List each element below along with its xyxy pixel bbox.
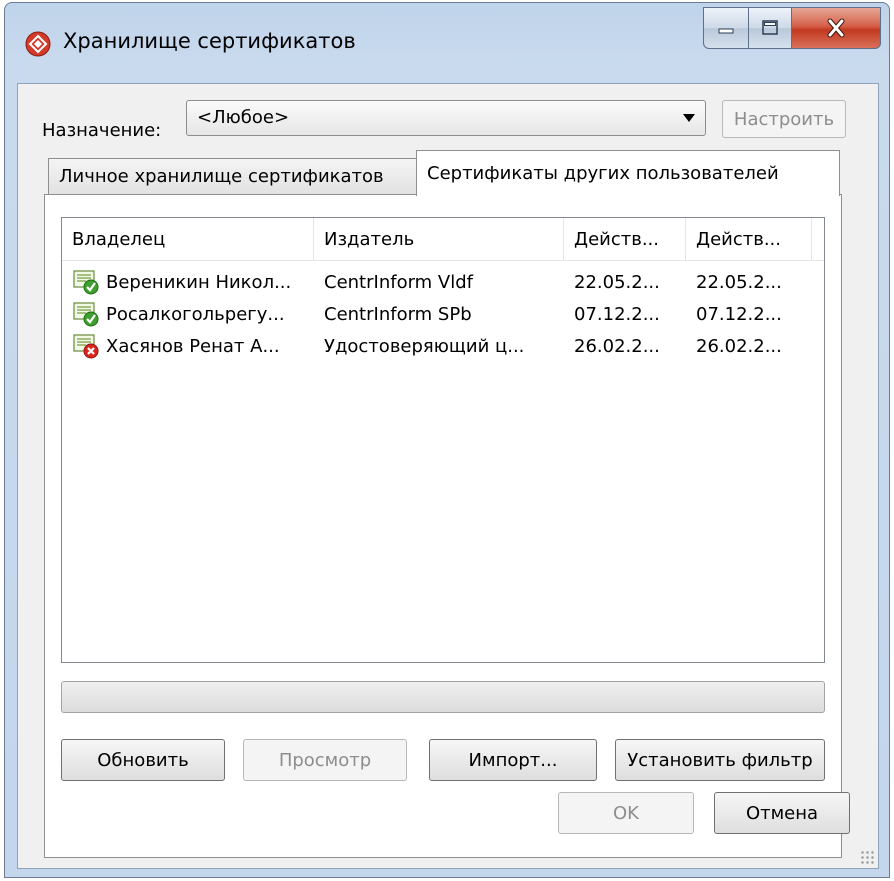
certificate-valid-icon xyxy=(73,270,99,295)
table-row[interactable]: Вереникин Никол... CentrInform Vldf 22.0… xyxy=(62,266,824,298)
certificate-valid-icon xyxy=(73,302,99,327)
cell-owner: Хасянов Ренат А... xyxy=(106,335,280,357)
dialog-client-area: Назначение: <Любое> Настроить Личное хра… xyxy=(17,83,879,869)
window-controls xyxy=(703,7,881,51)
cell-valid-from: 22.05.2... xyxy=(574,271,660,293)
column-header-issuer[interactable]: Издатель xyxy=(314,218,564,260)
cell-valid-to: 26.02.2... xyxy=(696,335,782,357)
minimize-button[interactable] xyxy=(703,7,749,49)
column-header-owner[interactable]: Владелец xyxy=(62,218,314,260)
certificate-store-window: Хранилище сертификатов Назначение: <Любо… xyxy=(4,2,890,878)
window-title: Хранилище сертификатов xyxy=(63,29,356,53)
cell-valid-from: 07.12.2... xyxy=(574,303,660,325)
cell-owner: Росалкогольрегу... xyxy=(106,303,285,325)
set-filter-button[interactable]: Установить фильтр xyxy=(615,739,825,781)
cancel-button[interactable]: Отмена xyxy=(714,792,850,834)
tab-other-users[interactable]: Сертификаты других пользователей xyxy=(416,150,840,196)
chevron-down-icon xyxy=(683,114,695,122)
view-button[interactable]: Просмотр xyxy=(243,739,407,781)
cell-valid-to: 22.05.2... xyxy=(696,271,782,293)
resize-grip[interactable] xyxy=(860,850,874,864)
cell-issuer: Удостоверяющий ц... xyxy=(324,335,525,357)
cell-valid-from: 26.02.2... xyxy=(574,335,660,357)
list-header: Владелец Издатель Действ... Действ... xyxy=(62,218,824,261)
cell-issuer: CentrInform Vldf xyxy=(324,271,473,293)
table-row[interactable]: Хасянов Ренат А... Удостоверяющий ц... 2… xyxy=(62,330,824,362)
tab-panel: Владелец Издатель Действ... Действ... Ве… xyxy=(44,194,842,858)
certificate-invalid-icon xyxy=(73,334,99,359)
ok-button[interactable]: OK xyxy=(558,792,694,834)
table-row[interactable]: Росалкогольрегу... CentrInform SPb 07.12… xyxy=(62,298,824,330)
maximize-button[interactable] xyxy=(749,7,792,49)
refresh-button[interactable]: Обновить xyxy=(61,739,225,781)
column-header-valid-from[interactable]: Действ... xyxy=(564,218,686,260)
close-icon xyxy=(827,18,845,38)
column-header-valid-to[interactable]: Действ... xyxy=(686,218,812,260)
configure-button[interactable]: Настроить xyxy=(722,100,846,138)
cell-owner: Вереникин Никол... xyxy=(106,271,292,293)
title-bar[interactable]: Хранилище сертификатов xyxy=(5,3,889,85)
purpose-select[interactable]: <Любое> xyxy=(186,100,706,136)
certificate-rows: Вереникин Никол... CentrInform Vldf 22.0… xyxy=(62,266,824,362)
purpose-select-value: <Любое> xyxy=(197,107,290,128)
tab-personal-store[interactable]: Личное хранилище сертификатов xyxy=(48,158,418,194)
minimize-icon xyxy=(718,28,734,34)
cell-valid-to: 07.12.2... xyxy=(696,303,782,325)
maximize-icon xyxy=(762,20,778,35)
cell-issuer: CentrInform SPb xyxy=(324,303,472,325)
import-button[interactable]: Импорт... xyxy=(429,739,597,781)
certificate-store-icon xyxy=(25,31,51,57)
certificate-list[interactable]: Владелец Издатель Действ... Действ... Ве… xyxy=(61,217,825,663)
progress-bar xyxy=(61,681,825,713)
close-button[interactable] xyxy=(792,7,881,49)
purpose-label: Назначение: xyxy=(42,120,162,141)
